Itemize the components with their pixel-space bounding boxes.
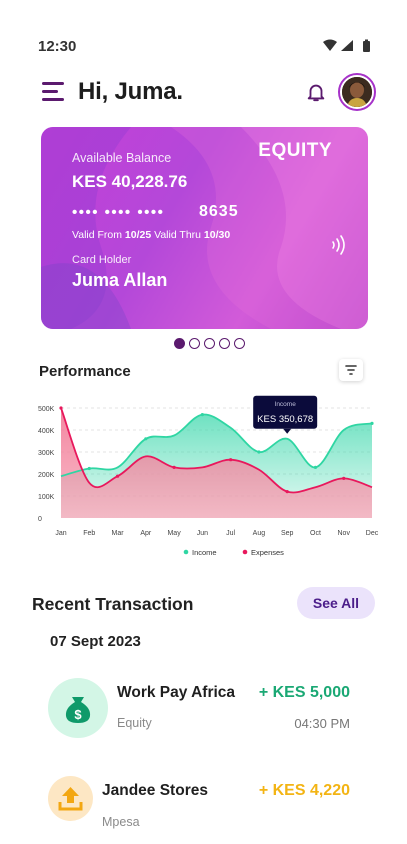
y-tick-label: 300K <box>38 450 55 457</box>
legend-marker-income <box>183 549 189 555</box>
x-tick-label: Sep <box>281 530 294 537</box>
valid-from-label: Valid From <box>72 229 122 241</box>
data-point-expenses[interactable] <box>115 474 120 478</box>
x-tick-label: Jun <box>197 530 208 537</box>
chart-tooltip-value: KES 350,678 <box>257 414 313 425</box>
valid-from-value: 10/25 <box>124 229 152 241</box>
carousel-dot[interactable] <box>189 338 200 349</box>
card-holder-name: Juma Allan <box>72 270 168 290</box>
card-number-mask: •••• •••• •••• <box>72 204 165 221</box>
chart-tooltip-pointer <box>283 428 292 434</box>
data-point-expenses[interactable] <box>229 458 233 462</box>
status-icons <box>323 39 370 52</box>
transaction-name: Jandee Stores <box>102 782 208 799</box>
avatar[interactable] <box>338 73 376 111</box>
signal-icon <box>341 40 353 51</box>
transaction-amount: + KES 4,220 <box>258 782 350 799</box>
card-validity: Valid From 10/25 Valid Thru 10/30 <box>72 229 230 241</box>
x-tick-label: Jul <box>226 530 235 537</box>
legend-label-income: Income <box>192 548 217 557</box>
filter-button[interactable] <box>339 359 363 381</box>
card-carousel-dots <box>174 338 245 352</box>
status-time: 12:30 <box>38 38 77 55</box>
x-tick-label: Dec <box>366 530 379 537</box>
bell-icon[interactable] <box>305 81 327 103</box>
filter-icon <box>345 365 357 375</box>
svg-text:$: $ <box>74 707 82 722</box>
balance-label: Available Balance <box>72 151 172 165</box>
x-tick-label: Mar <box>112 530 125 537</box>
contactless-icon <box>332 235 345 255</box>
y-tick-label: 200K <box>38 472 55 479</box>
recent-transactions-title: Recent Transaction <box>32 594 194 614</box>
carousel-dot[interactable] <box>234 338 245 349</box>
header: Hi, Juma. <box>0 70 407 114</box>
bank-card[interactable]: EQUITY Available Balance KES 40,228.76 •… <box>41 127 368 329</box>
legend-marker-expenses <box>242 549 248 555</box>
avatar-photo <box>342 77 372 107</box>
performance-title: Performance <box>39 363 131 380</box>
status-bar: 12:30 <box>0 0 407 80</box>
data-point-income[interactable] <box>200 413 204 417</box>
upload-tray-icon <box>48 776 93 821</box>
money-bag-icon: $ <box>48 678 108 738</box>
chart-tooltip-label: Income <box>275 401 297 408</box>
data-point-income[interactable] <box>257 450 261 454</box>
x-tick-label: Aug <box>253 530 266 537</box>
menu-icon[interactable] <box>42 82 64 102</box>
card-last4: 8635 <box>199 203 239 220</box>
transaction-source: Equity <box>117 716 152 730</box>
wifi-icon <box>323 39 337 51</box>
valid-thru-value: 10/30 <box>203 229 231 241</box>
carousel-dot[interactable] <box>204 338 215 349</box>
data-point-expenses[interactable] <box>342 476 346 480</box>
y-tick-label: 400K <box>38 428 55 435</box>
transaction-source: Mpesa <box>102 815 140 829</box>
transaction-name: Work Pay Africa <box>117 684 236 701</box>
x-tick-label: Oct <box>310 530 321 537</box>
data-point-expenses[interactable] <box>172 465 176 469</box>
x-tick-label: Nov <box>338 530 351 537</box>
balance-value: KES 40,228.76 <box>72 172 188 191</box>
greeting: Hi, Juma. <box>78 78 183 105</box>
x-tick-label: Feb <box>83 530 95 537</box>
carousel-dot[interactable] <box>174 338 185 349</box>
carousel-dot[interactable] <box>219 338 230 349</box>
transaction-amount: + KES 5,000 <box>258 684 350 701</box>
see-all-button[interactable]: See All <box>297 587 375 619</box>
transaction-item-work-pay-africa[interactable]: $ Work Pay Africa Equity + KES 5,000 04:… <box>48 678 368 748</box>
legend-label-expenses: Expenses <box>251 548 284 557</box>
card-bank-name: EQUITY <box>258 140 332 161</box>
transaction-item-jandee-stores[interactable]: Jandee Stores Mpesa + KES 4,220 <box>48 776 368 844</box>
x-tick-label: Jan <box>55 530 66 537</box>
x-tick-label: Apr <box>140 530 152 537</box>
y-tick-label: 500K <box>38 406 55 413</box>
data-point-income[interactable] <box>313 465 318 469</box>
card-holder-label: Card Holder <box>72 254 132 266</box>
data-point-expenses[interactable] <box>59 406 63 410</box>
performance-chart: 0 100K 200K 300K 400K 500K Jan Feb Mar Apr May Jun J… <box>38 395 379 557</box>
data-point-income[interactable] <box>370 421 374 425</box>
valid-thru-label: Valid Thru <box>154 229 201 241</box>
x-tick-label: May <box>167 530 181 537</box>
y-tick-label: 0 <box>38 516 42 523</box>
data-point-income[interactable] <box>87 466 91 471</box>
battery-icon <box>363 39 370 52</box>
transaction-date: 07 Sept 2023 <box>50 633 141 650</box>
transaction-time: 04:30 PM <box>294 716 350 731</box>
y-tick-label: 100K <box>38 494 55 501</box>
data-point-income[interactable] <box>144 437 148 441</box>
data-point-expenses[interactable] <box>285 490 289 494</box>
